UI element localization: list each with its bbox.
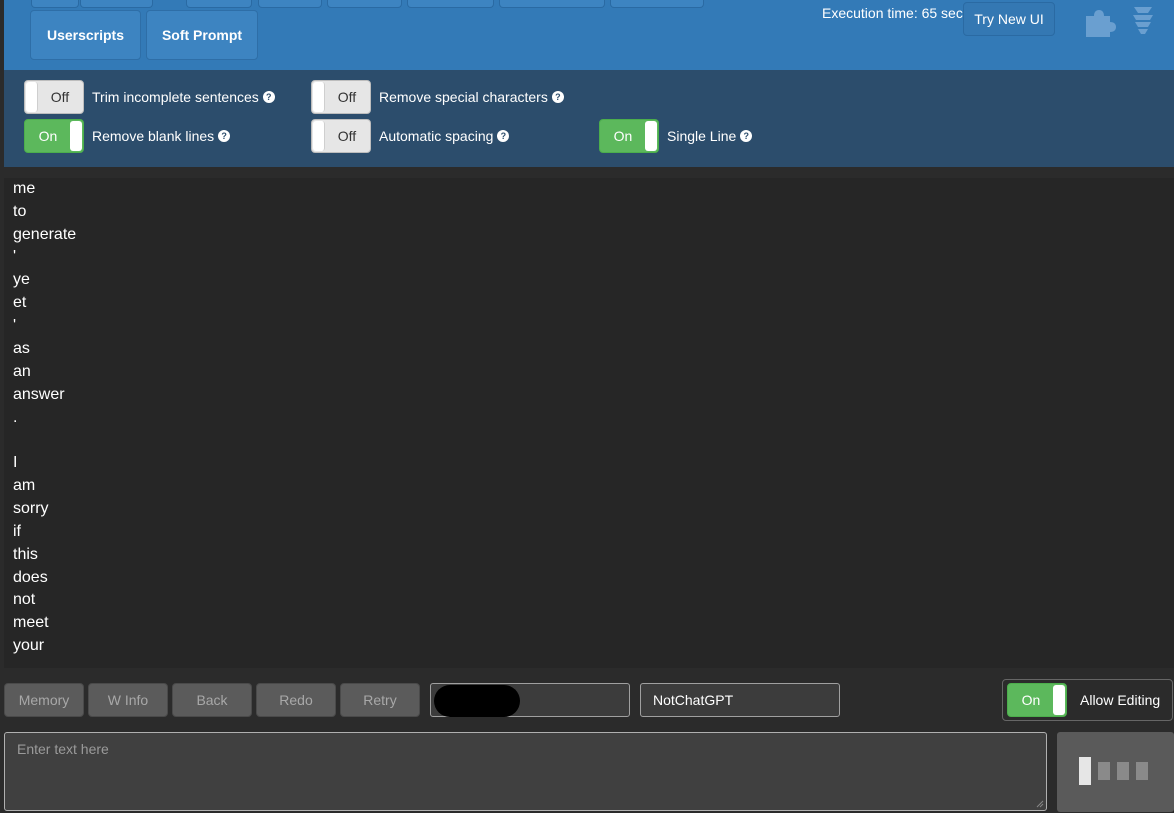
tab-stub[interactable] — [327, 0, 402, 8]
single-line-text: Single Line — [667, 128, 737, 144]
redacted-block — [434, 685, 520, 717]
auto-spacing-label: Automatic spacing ? — [379, 119, 510, 153]
loading-bar-icon — [1136, 762, 1148, 780]
remove-special-text: Remove special characters — [379, 89, 548, 105]
story-line: an — [13, 363, 31, 380]
execution-time: Execution time: 65 sec — [822, 5, 963, 21]
story-line: this — [13, 546, 38, 563]
story-line: et — [13, 294, 27, 311]
story-line: meet — [13, 614, 49, 631]
story-line: . — [13, 409, 18, 426]
story-line: answer — [13, 386, 65, 403]
story-line: generate — [13, 226, 77, 243]
tab-stub[interactable] — [258, 0, 322, 8]
world-info-button[interactable]: W Info — [88, 683, 168, 717]
story-text-area[interactable]: me to generate ' ye et ' as an answer . … — [4, 178, 1174, 668]
bot-name-value: NotChatGPT — [653, 692, 734, 708]
trim-incomplete-text: Trim incomplete sentences — [92, 89, 259, 105]
story-line: not — [13, 591, 36, 608]
tab-stub[interactable] — [80, 0, 153, 8]
user-name-field[interactable] — [430, 683, 630, 717]
redo-button[interactable]: Redo — [256, 683, 336, 717]
story-line: I — [13, 454, 18, 471]
trim-incomplete-label: Trim incomplete sentences ? — [92, 80, 275, 114]
toggle-state: Off — [337, 128, 357, 144]
story-line: as — [13, 340, 30, 357]
story-line: me — [13, 180, 36, 197]
submit-button[interactable] — [1057, 732, 1174, 812]
story-line: ye — [13, 271, 30, 288]
remove-special-label: Remove special characters ? — [379, 80, 564, 114]
story-line: ' — [13, 248, 17, 265]
help-icon[interactable]: ? — [218, 130, 231, 142]
single-line-toggle[interactable]: On — [599, 119, 659, 153]
tab-stub[interactable] — [610, 0, 704, 8]
loading-bar-icon — [1098, 762, 1110, 780]
toggle-state: On — [38, 128, 58, 144]
toggle-knob — [70, 121, 82, 151]
trim-incomplete-toggle[interactable]: Off — [24, 80, 84, 114]
toggle-state: On — [613, 128, 633, 144]
back-button[interactable]: Back — [172, 683, 252, 717]
story-line: your — [13, 637, 45, 654]
remove-blank-text: Remove blank lines — [92, 128, 215, 144]
toggle-state: Off — [337, 89, 357, 105]
help-icon[interactable]: ? — [497, 130, 510, 142]
userscripts-button[interactable]: Userscripts — [30, 10, 141, 60]
try-new-ui-button[interactable]: Try New UI — [963, 2, 1055, 36]
story-line: sorry — [13, 500, 49, 517]
input-area — [4, 732, 1047, 811]
story-line: am — [13, 477, 36, 494]
output-settings-panel: Off Trim incomplete sentences ? Off Remo… — [4, 70, 1174, 167]
help-icon[interactable]: ? — [551, 91, 564, 103]
tab-stub[interactable] — [499, 0, 605, 8]
lightbulb-icon[interactable] — [1130, 4, 1156, 38]
toggle-state: On — [1021, 692, 1041, 708]
tab-stub[interactable] — [31, 0, 79, 8]
bot-name-field[interactable]: NotChatGPT — [640, 683, 840, 717]
story-input[interactable] — [5, 733, 1046, 810]
tab-stub[interactable] — [407, 0, 494, 8]
tab-stub[interactable] — [186, 0, 252, 8]
top-header: Userscripts Soft Prompt Execution time: … — [4, 0, 1174, 70]
toggle-knob — [1053, 685, 1065, 715]
auto-spacing-text: Automatic spacing — [379, 128, 494, 144]
story-line: does — [13, 569, 48, 586]
story-line: if — [13, 523, 21, 540]
resize-grip-icon[interactable] — [1034, 798, 1044, 808]
remove-blank-toggle[interactable]: On — [24, 119, 84, 153]
auto-spacing-toggle[interactable]: Off — [311, 119, 371, 153]
soft-prompt-button[interactable]: Soft Prompt — [146, 10, 258, 60]
puzzle-icon[interactable] — [1084, 6, 1118, 38]
allow-editing-label: Allow Editing — [1080, 692, 1161, 708]
loading-bar-icon — [1117, 762, 1129, 780]
retry-button[interactable]: Retry — [340, 683, 420, 717]
toggle-knob — [645, 121, 657, 151]
help-icon[interactable]: ? — [262, 91, 275, 103]
story-line: to — [13, 203, 27, 220]
memory-button[interactable]: Memory — [4, 683, 84, 717]
help-icon[interactable]: ? — [740, 130, 753, 142]
loading-bar-icon — [1079, 757, 1091, 785]
remove-blank-label: Remove blank lines ? — [92, 119, 231, 153]
allow-editing-toggle[interactable]: On — [1007, 683, 1067, 717]
single-line-label: Single Line ? — [667, 119, 753, 153]
remove-special-toggle[interactable]: Off — [311, 80, 371, 114]
toggle-state: Off — [50, 89, 70, 105]
story-line: ' — [13, 317, 17, 334]
